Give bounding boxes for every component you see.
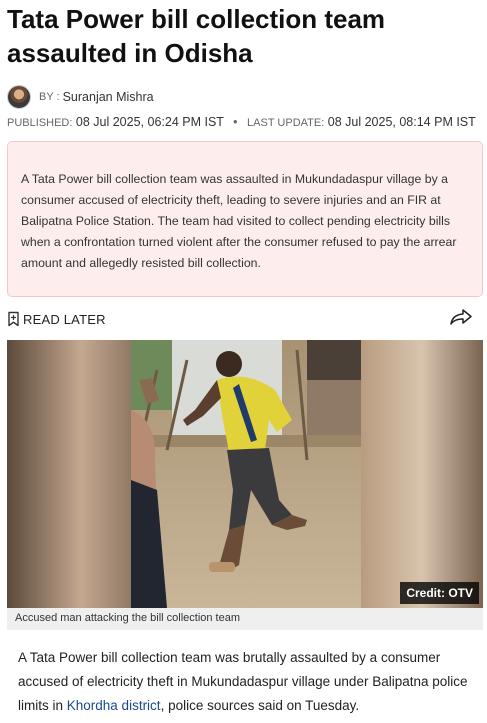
- article-image[interactable]: Credit: OTV: [7, 340, 483, 608]
- update-label: LAST UPDATE:: [247, 117, 325, 129]
- article-headline: Tata Power bill collection team assaulte…: [7, 4, 386, 68]
- image-credit: Credit: OTV: [400, 582, 479, 604]
- image-caption: Accused man attacking the bill collectio…: [7, 608, 483, 630]
- share-button[interactable]: [449, 308, 473, 331]
- published-label: PUBLISHED:: [7, 117, 73, 129]
- article-summary: A Tata Power bill collection team was as…: [7, 141, 483, 297]
- body-text-end: , police sources said on Tuesday.: [160, 698, 360, 713]
- byline-prefix: BY :: [39, 91, 60, 103]
- photo-scene: [7, 340, 483, 608]
- author-name[interactable]: Suranjan Mishra: [63, 90, 154, 104]
- share-icon: [450, 308, 472, 325]
- published-date: 08 Jul 2025, 06:24 PM IST: [75, 115, 224, 129]
- separator-dot: •: [233, 115, 238, 129]
- update-date: 08 Jul 2025, 08:14 PM IST: [327, 115, 476, 129]
- bookmark-icon: [8, 311, 19, 327]
- read-later-label: READ LATER: [23, 311, 106, 327]
- article-body-paragraph: A Tata Power bill collection team was br…: [18, 646, 468, 718]
- author-avatar[interactable]: [7, 85, 31, 109]
- article-actions: READ LATER: [7, 308, 473, 330]
- byline: BY : Suranjan Mishra: [7, 83, 154, 111]
- publish-dates: PUBLISHED: 08 Jul 2025, 06:24 PM IST • L…: [7, 115, 476, 129]
- khordha-district-link[interactable]: Khordha district: [67, 698, 161, 713]
- read-later-button[interactable]: READ LATER: [7, 311, 106, 327]
